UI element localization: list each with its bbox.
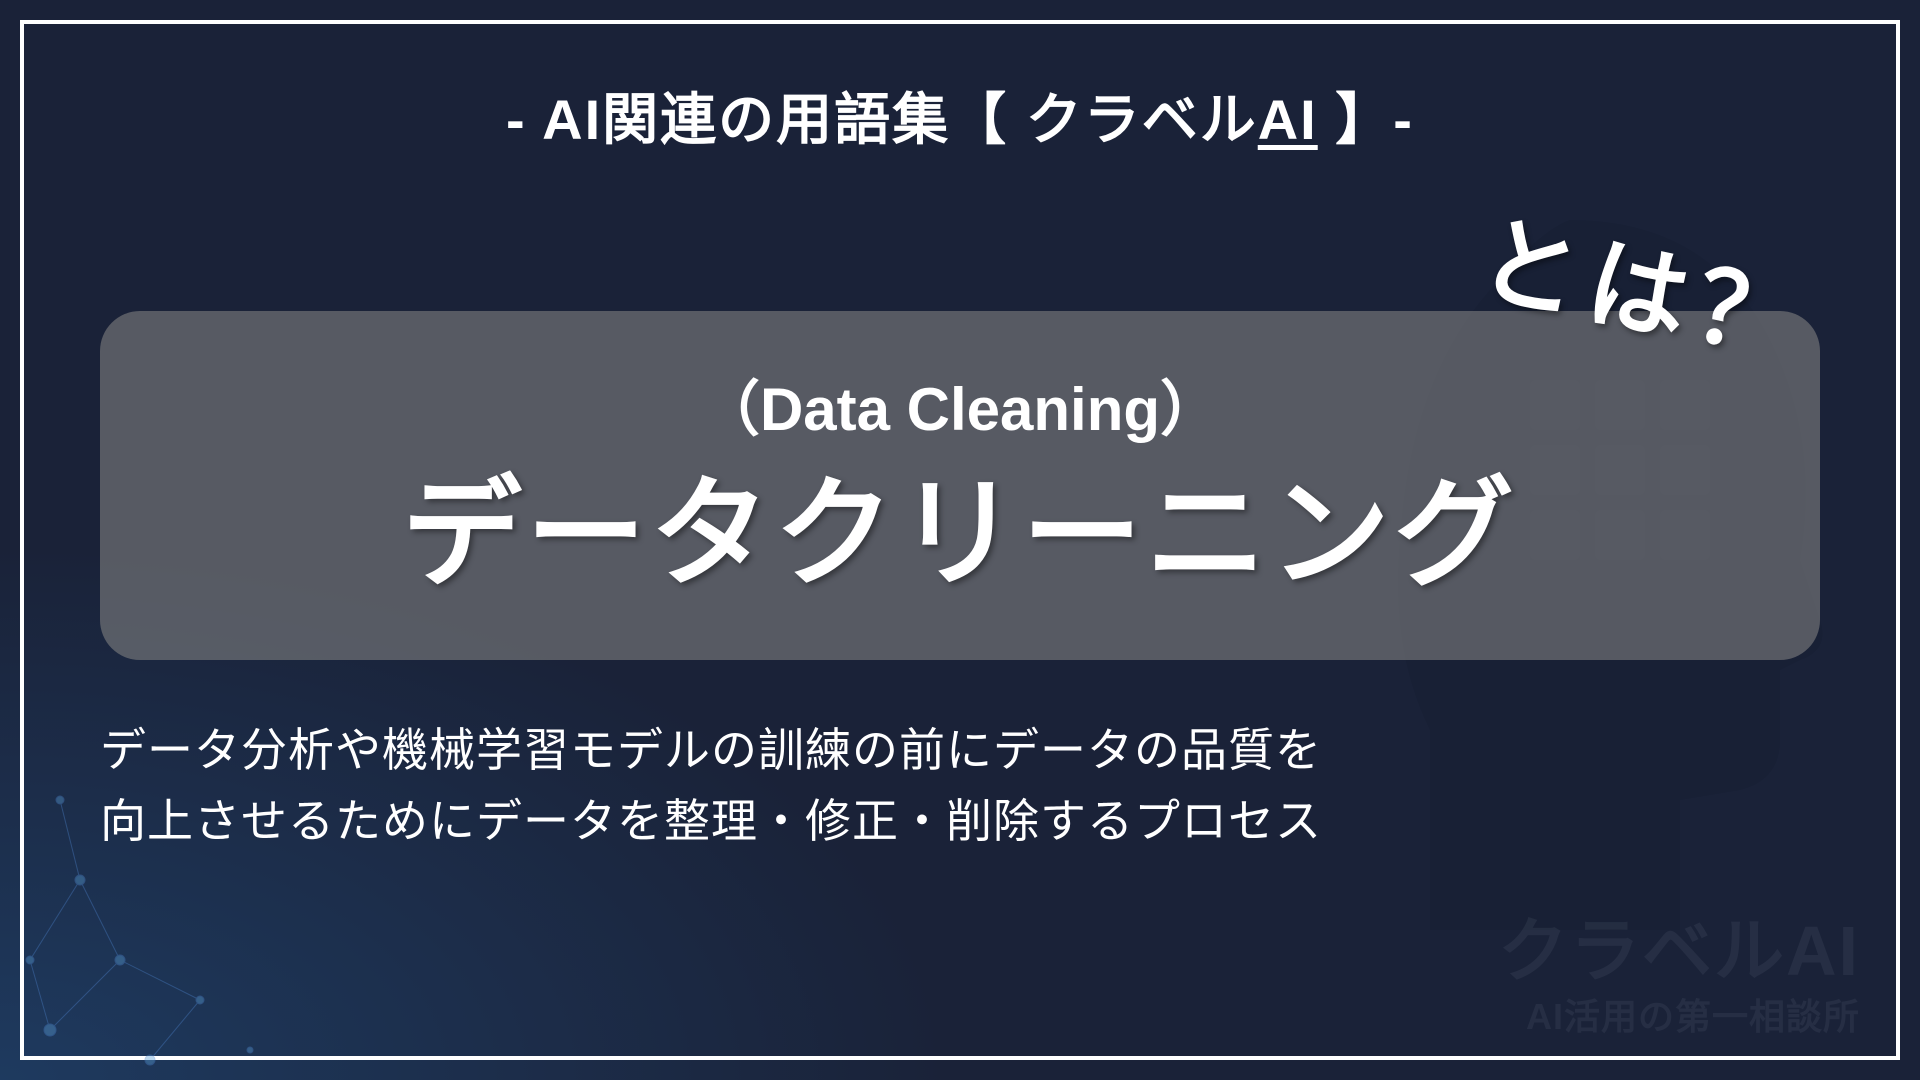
term-english: （Data Cleaning） (140, 361, 1780, 448)
header-underlined: AI (1258, 88, 1318, 151)
description-line-1: データ分析や機械学習モデルの訓練の前にデータの品質を (100, 715, 1820, 786)
term-japanese: データクリーニング (140, 468, 1780, 600)
term-box: とは？ （Data Cleaning） データクリーニング (100, 311, 1820, 660)
content-area: - AI関連の用語集【 クラベルAI 】- とは？ （Data Cleaning… (0, 0, 1920, 1080)
header-prefix: - AI関連の用語集【 クラベル (506, 88, 1258, 151)
term-description: データ分析や機械学習モデルの訓練の前にデータの品質を 向上させるためにデータを整… (100, 715, 1820, 858)
callout-text: とは？ (1469, 178, 1822, 388)
description-line-2: 向上させるためにデータを整理・修正・削除するプロセス (100, 786, 1820, 857)
header-suffix: 】- (1318, 88, 1414, 151)
page-header: - AI関連の用語集【 クラベルAI 】- (100, 75, 1820, 156)
